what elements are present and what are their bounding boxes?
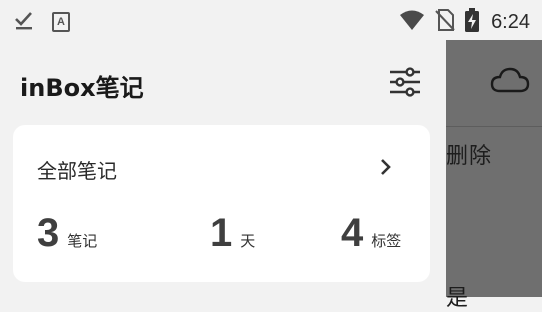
status-bar: A 6:24 bbox=[0, 0, 542, 40]
wifi-icon bbox=[399, 9, 425, 35]
app-title: inBox笔记 bbox=[20, 74, 144, 102]
stat-days: 1 天 bbox=[210, 211, 255, 256]
cloud-sync-icon bbox=[490, 66, 530, 98]
navigation-drawer: inBox笔记 全部笔记 3 笔记 1 天 4 标签 bbox=[0, 40, 446, 297]
battery-charging-icon bbox=[465, 8, 480, 36]
stat-notes: 3 笔记 bbox=[37, 211, 97, 256]
partial-text: 是 bbox=[446, 286, 469, 311]
no-sim-icon bbox=[435, 9, 455, 35]
dimmed-main-content[interactable]: 删除 是 bbox=[446, 40, 542, 311]
sliders-icon bbox=[388, 67, 422, 102]
clock: 6:24 bbox=[491, 10, 530, 33]
stat-value: 1 bbox=[210, 211, 233, 255]
chevron-right-icon bbox=[379, 157, 393, 181]
status-right-icons: 6:24 bbox=[399, 8, 530, 36]
delete-label: 删除 bbox=[446, 144, 493, 169]
filter-settings-button[interactable] bbox=[388, 66, 422, 98]
stat-unit: 笔记 bbox=[67, 232, 98, 250]
status-left-icons: A bbox=[14, 10, 70, 34]
stat-unit: 标签 bbox=[371, 232, 402, 250]
divider bbox=[446, 126, 542, 127]
all-notes-card[interactable]: 全部笔记 3 笔记 1 天 4 标签 bbox=[13, 125, 430, 282]
stat-value: 4 bbox=[341, 211, 364, 255]
stat-value: 3 bbox=[37, 211, 60, 255]
stat-tags: 4 标签 bbox=[341, 211, 401, 256]
check-download-icon bbox=[14, 10, 34, 34]
stat-unit: 天 bbox=[240, 232, 256, 250]
a-notification-icon: A bbox=[52, 12, 70, 32]
all-notes-title: 全部笔记 bbox=[37, 159, 117, 183]
